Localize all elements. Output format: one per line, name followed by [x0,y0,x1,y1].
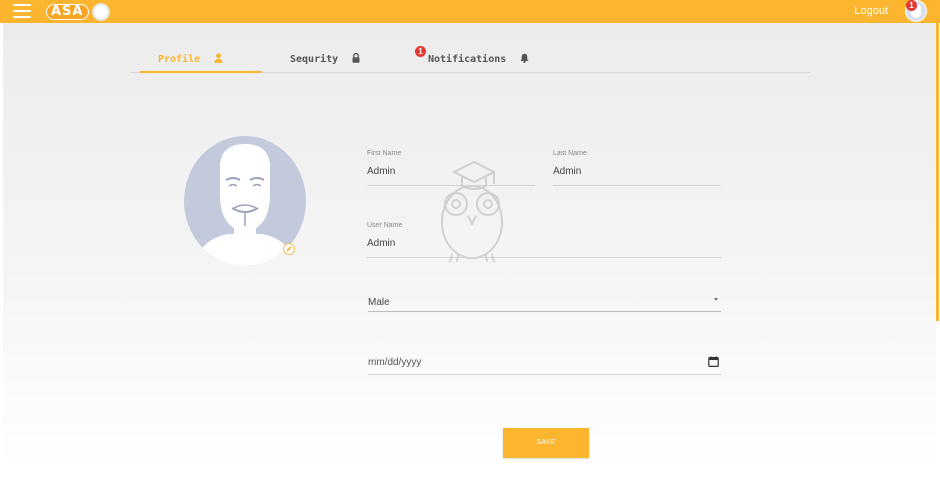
edit-avatar-button[interactable] [283,243,295,255]
save-button[interactable]: SAVE [503,428,589,458]
logo-text: ASA [46,3,89,20]
birth-date-input[interactable]: mm/dd/yyyy [368,351,721,375]
active-tab-indicator [140,71,262,73]
tab-notifications-label: Notifications [428,54,507,65]
scrollbar-thumb[interactable] [936,23,939,321]
menu-icon[interactable] [13,4,31,18]
logo-emblem-icon [91,2,110,21]
tab-notifications[interactable]: Notifications [428,48,529,72]
top-app-bar: ASA Logout 1 [0,0,940,23]
user-name-value: Admin [367,238,396,249]
chevron-down-icon [714,298,718,301]
bell-icon [520,53,529,63]
notifications-badge: 1 [415,46,426,57]
profile-tabs: Profile Sequrity Notifications 1 [130,46,810,73]
app-logo[interactable]: ASA [46,2,110,21]
gender-select[interactable]: Male [368,292,721,312]
tab-security[interactable]: Sequrity [290,48,360,72]
logout-link[interactable]: Logout [854,5,888,17]
tab-security-label: Sequrity [290,54,339,65]
user-icon [214,53,223,63]
pencil-icon [286,246,292,252]
last-name-value: Admin [553,166,582,177]
lock-icon [352,53,360,63]
last-name-field[interactable]: Last Name Admin [553,150,721,186]
tab-profile[interactable]: Profile [158,48,223,72]
last-name-label: Last Name [553,150,587,157]
gender-value: Male [368,297,390,308]
date-placeholder: mm/dd/yyyy [368,357,422,368]
user-name-field[interactable]: User Name Admin [367,222,721,258]
first-name-label: First Name [367,150,402,157]
calendar-icon[interactable] [708,356,719,367]
tab-profile-label: Profile [158,54,201,65]
header-notification-badge: 1 [906,0,917,11]
first-name-value: Admin [367,166,396,177]
first-name-field[interactable]: First Name Admin [367,150,535,186]
user-name-label: User Name [367,222,403,229]
